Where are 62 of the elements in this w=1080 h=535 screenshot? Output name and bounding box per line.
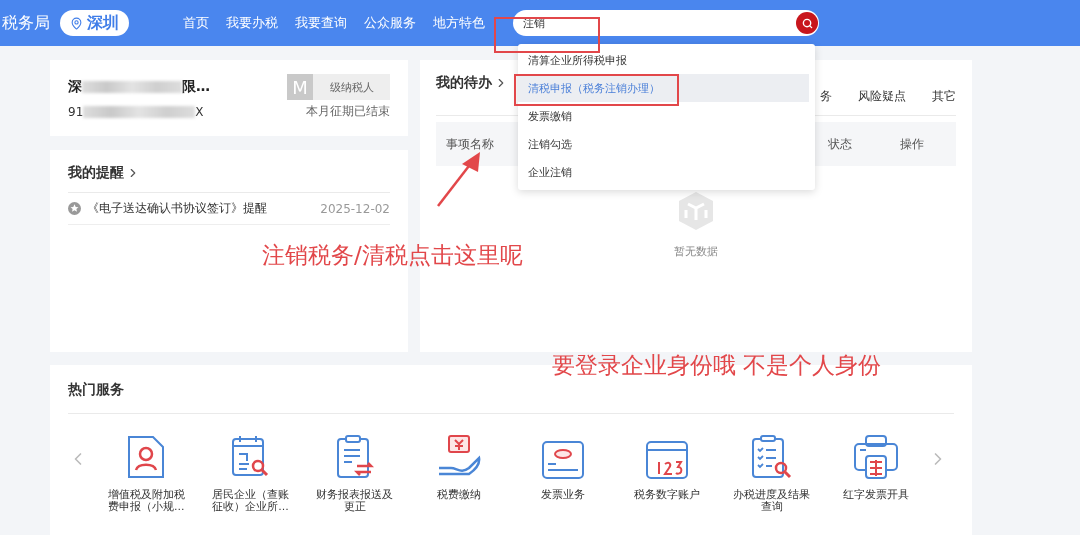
- column-header: 操作: [900, 136, 924, 152]
- suggestion-item[interactable]: 发票缴销: [518, 102, 809, 130]
- period-status: 本月征期已结束: [306, 104, 390, 119]
- service-label: 税务数字账户: [633, 488, 702, 500]
- service-label: 发票业务: [540, 488, 587, 500]
- window-numbers-icon: [645, 440, 690, 480]
- star-circle-icon: [68, 202, 81, 215]
- nav-link[interactable]: 我要办税: [226, 14, 278, 32]
- hot-services-title: 热门服务: [68, 380, 124, 399]
- suggestion-item[interactable]: 企业注销: [518, 158, 809, 186]
- tax-id: 91 X: [68, 104, 204, 119]
- service-item[interactable]: 红字发票开具: [823, 434, 928, 512]
- todo-tab[interactable]: 其它: [932, 88, 956, 105]
- reminders-title[interactable]: 我的提醒: [68, 162, 140, 184]
- service-item[interactable]: 增值税及附加税费申报（小规…: [94, 434, 199, 512]
- search-button[interactable]: [796, 12, 818, 34]
- column-header: 事项名称: [446, 136, 494, 152]
- city-selector[interactable]: 深圳: [60, 10, 129, 36]
- level-label: 级纳税人: [329, 79, 375, 96]
- service-label: 办税进度及结果查询: [732, 488, 812, 512]
- empty-text: 暂无数据: [674, 244, 718, 259]
- site-brand: 税务局: [2, 12, 50, 34]
- service-label: 税费缴纳: [435, 488, 482, 500]
- todo-title-text: 我的待办: [436, 74, 492, 92]
- service-item[interactable]: 居民企业（查账征收）企业所…: [198, 434, 303, 512]
- company-name: 深 限…: [68, 78, 210, 96]
- nav-link[interactable]: 我要查询: [295, 14, 347, 32]
- suggestion-item[interactable]: 注销勾选: [518, 130, 809, 158]
- annotation-text: 注销税务/清税点击这里呢: [262, 241, 523, 270]
- city-name: 深圳: [87, 12, 119, 34]
- annotation-text: 要登录企业身份哦 不是个人身份: [552, 351, 882, 380]
- search-field[interactable]: 注销: [513, 10, 819, 36]
- todo-title[interactable]: 我的待办: [436, 72, 508, 94]
- reminders-title-text: 我的提醒: [68, 164, 124, 182]
- reminder-date: 2025-12-02: [320, 201, 390, 216]
- invoice-card-icon: [541, 440, 586, 480]
- service-item[interactable]: 发票业务: [511, 434, 616, 512]
- column-header: 状态: [828, 136, 852, 152]
- clipboard-exchange-icon: [334, 434, 375, 480]
- service-label: 财务报表报送及更正: [315, 488, 395, 512]
- document-person-icon: [126, 434, 167, 480]
- todo-tab[interactable]: 务: [820, 88, 832, 105]
- search-value: 注销: [523, 15, 545, 31]
- checklist-search-icon: [749, 434, 794, 480]
- service-label: 居民企业（查账征收）企业所…: [210, 488, 290, 512]
- nav-link[interactable]: 公众服务: [364, 14, 416, 32]
- service-item[interactable]: 办税进度及结果查询: [719, 434, 824, 512]
- location-pin-icon: [70, 16, 83, 30]
- service-label: 红字发票开具: [841, 488, 910, 500]
- service-label: 增值税及附加税费申报（小规…: [106, 488, 186, 512]
- reminder-text[interactable]: 《电子送达确认书协议签订》提醒: [87, 201, 267, 216]
- service-item[interactable]: 财务报表报送及更正: [302, 434, 407, 512]
- nav-link[interactable]: 地方特色: [433, 14, 485, 32]
- suggestion-item[interactable]: 清税申报（税务注销办理）: [518, 74, 809, 102]
- printer-icon: [852, 434, 899, 480]
- empty-box-icon: [676, 190, 716, 232]
- service-item[interactable]: 税务数字账户: [615, 434, 720, 512]
- todo-tab[interactable]: 风险疑点: [858, 88, 906, 105]
- search-icon: [801, 17, 813, 29]
- service-item[interactable]: 税费缴纳: [406, 434, 511, 512]
- nav-link[interactable]: 首页: [183, 14, 209, 32]
- suggestion-item[interactable]: 清算企业所得税申报: [518, 46, 809, 74]
